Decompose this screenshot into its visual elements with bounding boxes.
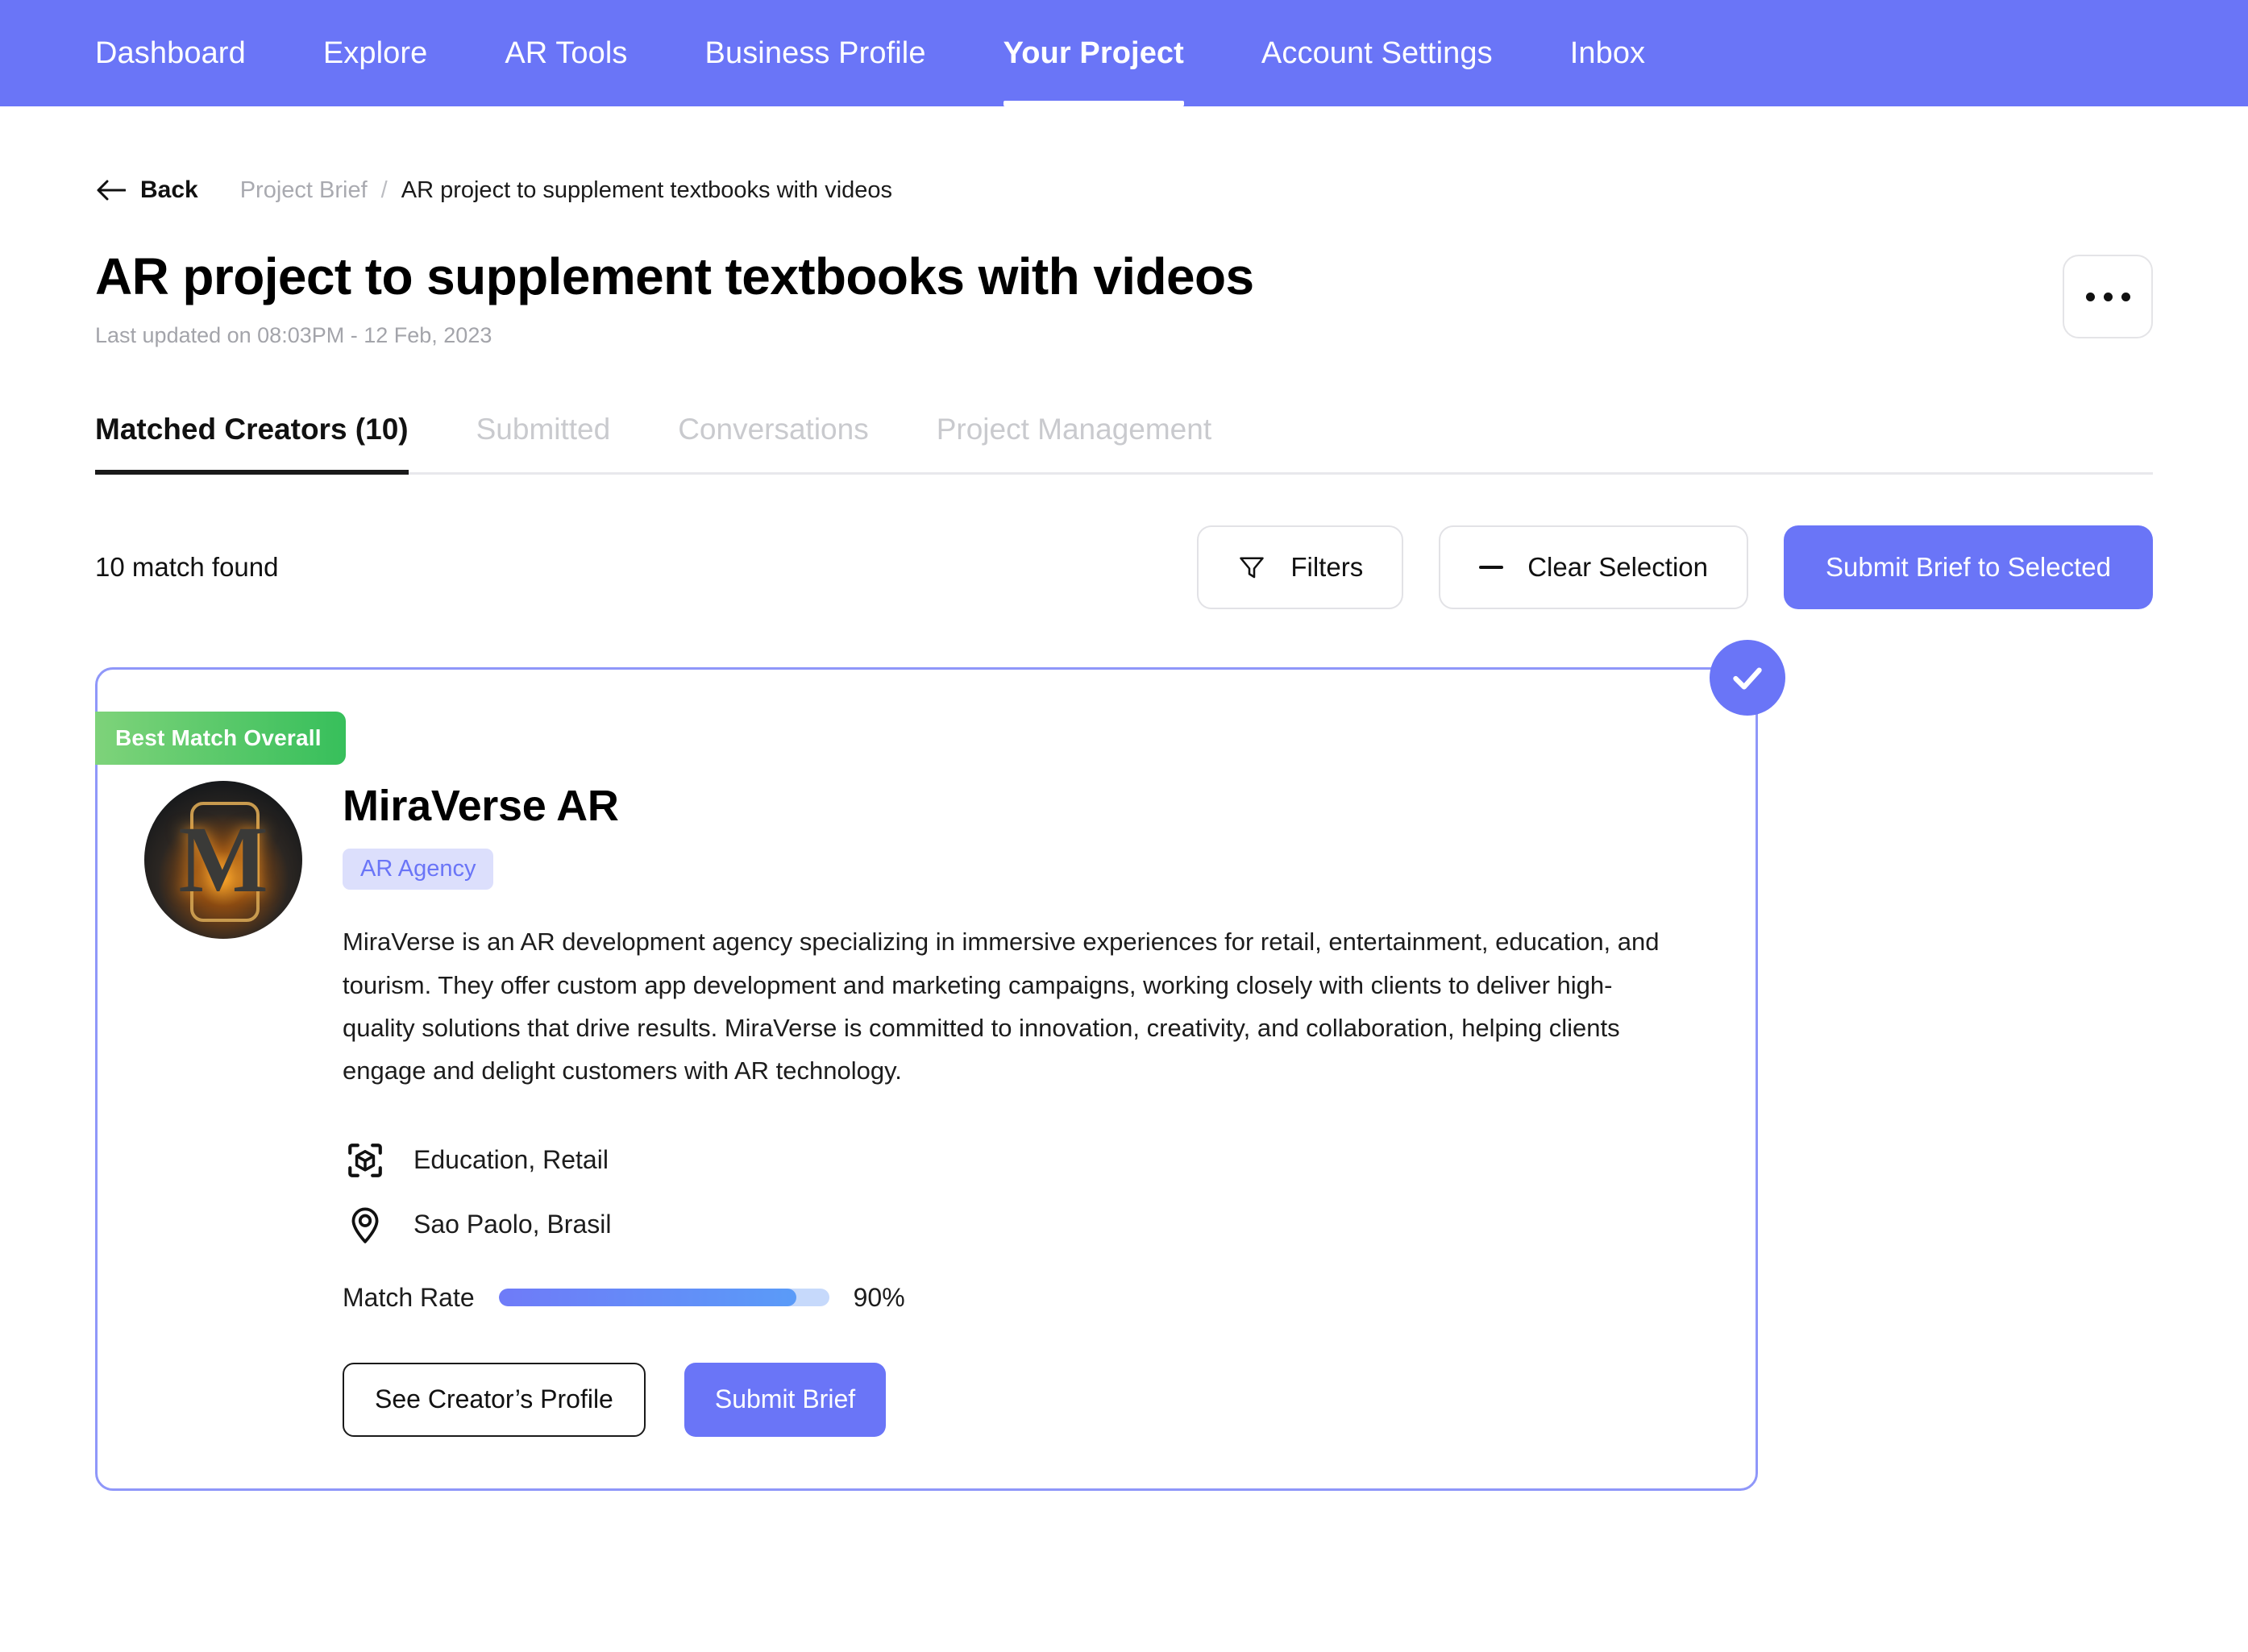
creator-description: MiraVerse is an AR development agency sp… — [343, 928, 1660, 1085]
match-count-text: 10 match found — [95, 552, 279, 583]
creator-card-actions: See Creator’s Profile Submit Brief — [343, 1362, 1756, 1437]
tab-matched-creators[interactable]: Matched Creators (10) — [95, 413, 409, 475]
match-rate-row: Match Rate 90% — [343, 1283, 1756, 1313]
back-label: Back — [140, 176, 198, 203]
nav-item-label: Your Project — [1003, 35, 1184, 70]
clear-selection-button[interactable]: Clear Selection — [1439, 525, 1748, 610]
nav-item-explore[interactable]: Explore — [323, 0, 428, 106]
creator-meta-list: Education, Retail Sao Paolo, Brasil — [343, 1138, 1756, 1247]
page-content: Back Project Brief / AR project to suppl… — [0, 172, 2248, 1491]
best-match-badge: Best Match Overall — [95, 712, 346, 766]
location-pin-icon — [343, 1202, 388, 1247]
avatar: M — [144, 781, 302, 940]
breadcrumb-parent[interactable]: Project Brief — [240, 177, 368, 204]
nav-item-label: AR Tools — [505, 35, 628, 70]
nav-item-label: Explore — [322, 35, 428, 70]
tab-bar: Matched Creators (10) Submitted Conversa… — [95, 413, 2153, 475]
see-creator-profile-button[interactable]: See Creator’s Profile — [343, 1362, 646, 1437]
nav-item-label: Account Settings — [1261, 35, 1493, 70]
creator-card[interactable]: Best Match Overall M MiraVerse AR AR Age… — [95, 640, 1785, 1491]
creator-card-body: M MiraVerse AR AR Agency MiraVerse is an… — [98, 670, 1756, 1437]
nav-item-business-profile[interactable]: Business Profile — [705, 0, 926, 106]
filters-button[interactable]: Filters — [1197, 525, 1404, 610]
nav-item-dashboard[interactable]: Dashboard — [95, 0, 246, 106]
nav-item-account-settings[interactable]: Account Settings — [1261, 0, 1493, 106]
card-selected-checkmark-button[interactable] — [1710, 640, 1785, 716]
ellipsis-icon — [2103, 292, 2113, 301]
more-options-button[interactable] — [2063, 255, 2153, 338]
nav-item-inbox[interactable]: Inbox — [1570, 0, 1645, 106]
page-header-text: AR project to supplement textbooks with … — [95, 247, 1254, 348]
filters-label: Filters — [1290, 552, 1364, 583]
nav-item-ar-tools[interactable]: AR Tools — [505, 0, 627, 106]
creator-type-tag: AR Agency — [343, 849, 494, 890]
tab-label: Matched Creators (10) — [95, 413, 409, 446]
tab-label: Submitted — [476, 413, 611, 446]
match-rate-progress-fill — [498, 1289, 796, 1307]
submit-brief-to-selected-button[interactable]: Submit Brief to Selected — [1783, 525, 2153, 610]
clear-selection-label: Clear Selection — [1527, 552, 1708, 583]
tab-submitted[interactable]: Submitted — [476, 413, 611, 472]
creator-industries: Education, Retail — [413, 1145, 609, 1175]
arrow-left-icon — [97, 180, 126, 201]
ellipsis-icon — [2085, 292, 2095, 301]
creator-name: MiraVerse AR — [343, 782, 619, 831]
ar-cube-icon — [343, 1138, 388, 1183]
ellipsis-icon — [2121, 292, 2130, 301]
tab-conversations[interactable]: Conversations — [678, 413, 869, 472]
match-rate-progress-track — [498, 1289, 829, 1307]
page-title: AR project to supplement textbooks with … — [95, 247, 1254, 305]
submit-brief-button[interactable]: Submit Brief — [684, 1362, 887, 1437]
minus-icon — [1479, 566, 1504, 570]
creator-industries-row: Education, Retail — [343, 1138, 1756, 1183]
match-rate-value: 90% — [853, 1282, 905, 1312]
creator-location-row: Sao Paolo, Brasil — [343, 1202, 1756, 1247]
action-bar: 10 match found Filters Clear Selection S… — [95, 525, 2153, 610]
check-icon — [1733, 667, 1762, 690]
tab-label: Project Management — [936, 413, 1212, 446]
match-rate-label: Match Rate — [343, 1282, 475, 1312]
tab-label: Conversations — [678, 413, 869, 446]
nav-item-label: Inbox — [1569, 35, 1646, 70]
last-updated-text: Last updated on 08:03PM - 12 Feb, 2023 — [95, 323, 492, 348]
filter-icon — [1240, 557, 1265, 579]
avatar-letter: M — [178, 807, 268, 913]
nav-item-your-project[interactable]: Your Project — [1003, 0, 1185, 106]
breadcrumb: Back Project Brief / AR project to suppl… — [95, 172, 2153, 208]
page-header: AR project to supplement textbooks with … — [95, 248, 2153, 348]
back-button[interactable]: Back — [95, 176, 198, 204]
nav-item-label: Dashboard — [95, 35, 246, 70]
breadcrumb-current: AR project to supplement textbooks with … — [401, 176, 893, 203]
nav-item-label: Business Profile — [704, 35, 926, 70]
breadcrumb-separator: / — [380, 176, 388, 203]
top-navigation-bar: Dashboard Explore AR Tools Business Prof… — [0, 0, 2248, 106]
creator-location: Sao Paolo, Brasil — [413, 1210, 612, 1239]
creator-details: MiraVerse AR AR Agency MiraVerse is an A… — [302, 781, 1756, 1437]
tab-project-management[interactable]: Project Management — [937, 413, 1211, 472]
action-buttons: Filters Clear Selection Submit Brief to … — [1197, 525, 2153, 610]
